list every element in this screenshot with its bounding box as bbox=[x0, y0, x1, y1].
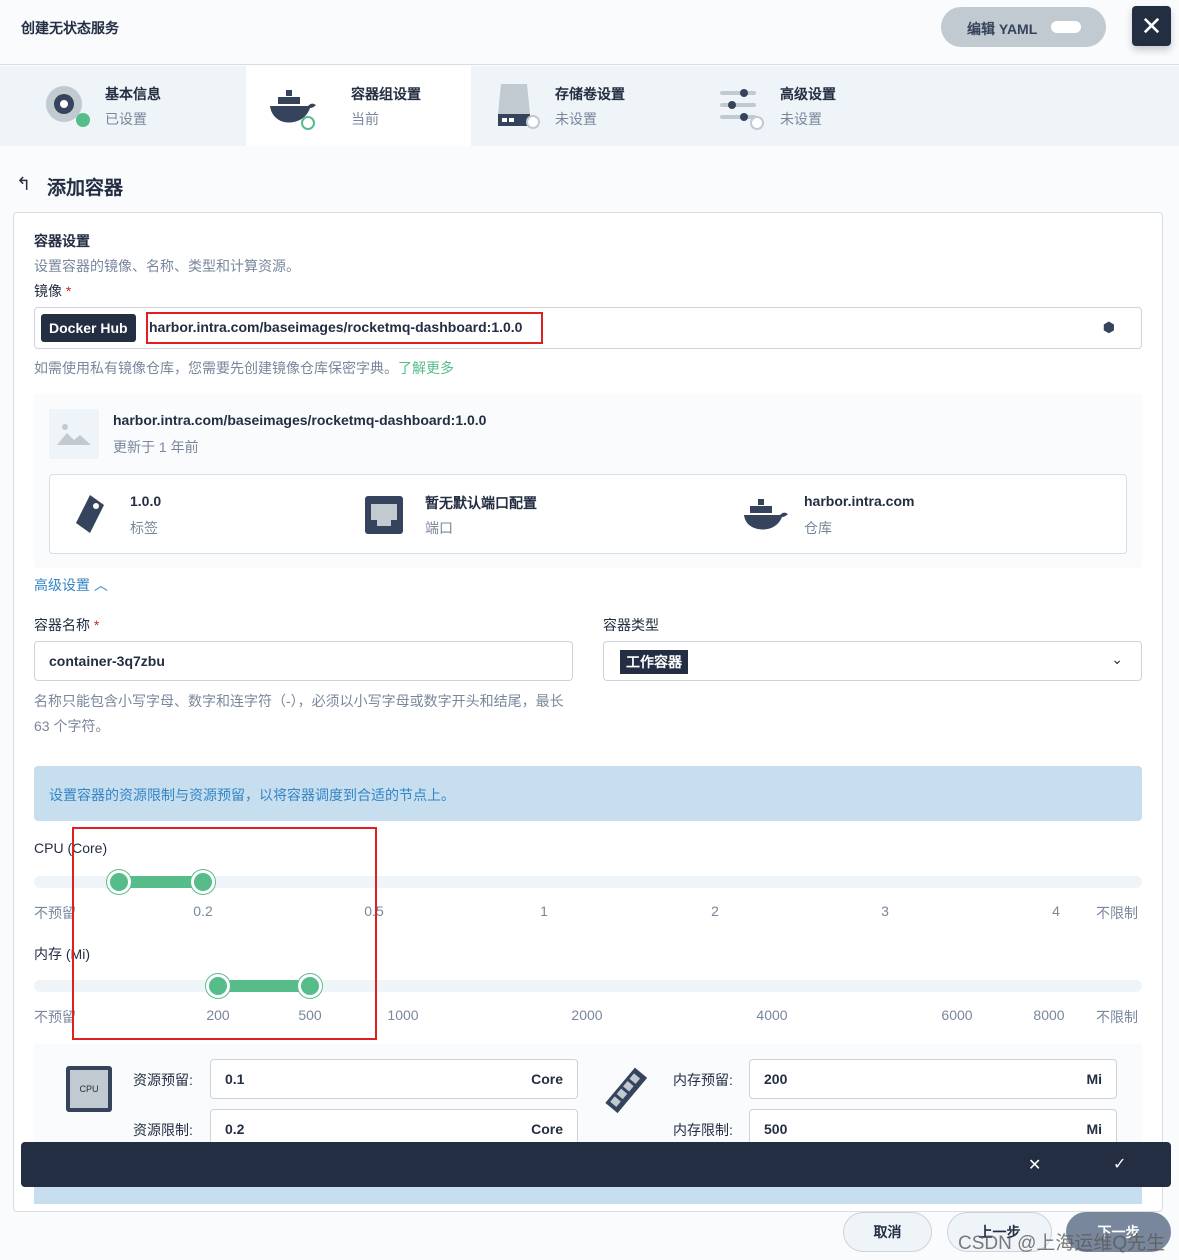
slider-tick: 不预留 bbox=[34, 905, 76, 921]
container-type-value: 工作容器 bbox=[620, 650, 688, 674]
storage-icon bbox=[498, 84, 540, 129]
image-updated: 更新于 1 年前 bbox=[113, 439, 199, 455]
slider-tick: 8000 bbox=[1033, 1007, 1065, 1023]
slider-tick: 4000 bbox=[756, 1007, 788, 1023]
step-title: 存储卷设置 bbox=[555, 86, 625, 102]
docker-icon bbox=[744, 499, 788, 530]
slider-tick: 不预留 bbox=[34, 1009, 76, 1025]
repo-label: 仓库 bbox=[804, 520, 832, 536]
cancel-icon[interactable]: ✕ bbox=[1028, 1155, 1041, 1175]
close-icon: ✕ bbox=[1140, 11, 1163, 41]
cancel-button[interactable]: 取消 bbox=[843, 1212, 932, 1252]
slider-tick: 不限制 bbox=[1096, 1009, 1138, 1025]
slider-tick: 1 bbox=[540, 903, 548, 919]
step-title: 容器组设置 bbox=[351, 86, 421, 102]
header: 创建无状态服务 编辑 YAML ✕ bbox=[0, 0, 1179, 65]
close-button[interactable]: ✕ bbox=[1132, 6, 1171, 46]
cube-icon[interactable]: ⬢ bbox=[1103, 319, 1115, 336]
slider-tick: 3 bbox=[881, 903, 889, 919]
tag-value: 1.0.0 bbox=[130, 493, 162, 509]
advanced-settings-toggle[interactable]: 高级设置 ︿ bbox=[34, 575, 108, 595]
section-desc: 设置容器的镜像、名称、类型和计算资源。 bbox=[34, 258, 300, 274]
tab-container-settings[interactable]: 容器组设置 当前 bbox=[246, 66, 471, 146]
container-type-select[interactable]: 工作容器 ⌄ bbox=[603, 641, 1142, 681]
slider-tick: 不限制 bbox=[1096, 905, 1138, 921]
slider-tick: 4 bbox=[1052, 903, 1060, 919]
learn-more-link[interactable]: 了解更多 bbox=[398, 360, 454, 376]
container-name-label: 容器名称 * bbox=[34, 617, 100, 633]
cpu-request-label: 资源预留: bbox=[133, 1072, 193, 1088]
mem-limit-label: 内存限制: bbox=[673, 1122, 733, 1138]
tag-icon bbox=[76, 495, 104, 533]
memory-icon bbox=[605, 1067, 648, 1114]
image-hint: 如需使用私有镜像仓库，您需要先创建镜像仓库保密字典。了解更多 bbox=[34, 360, 454, 376]
toggle-switch-icon bbox=[1051, 21, 1081, 33]
chevron-up-icon: ︿ bbox=[93, 577, 108, 593]
section-title: 容器设置 bbox=[34, 233, 90, 249]
check-icon[interactable]: ✓ bbox=[1113, 1154, 1126, 1174]
sliders-icon bbox=[720, 89, 764, 130]
back-icon[interactable]: ↰ bbox=[16, 174, 31, 195]
tab-advanced-settings[interactable]: 高级设置 未设置 bbox=[696, 66, 921, 146]
slider-tick: 6000 bbox=[941, 1007, 973, 1023]
docker-icon bbox=[270, 90, 316, 130]
cpu-request-handle[interactable] bbox=[106, 870, 131, 894]
watermark: CSDN @上海运维Q先生 bbox=[958, 1233, 1166, 1254]
image-label: 镜像 * bbox=[34, 283, 72, 299]
step-status: 未设置 bbox=[780, 111, 822, 127]
port-value: 暂无默认端口配置 bbox=[425, 495, 537, 511]
resource-tip: 设置容器的资源限制与资源预留，以将容器调度到合适的节点上。 bbox=[34, 766, 1142, 821]
mem-limit-handle[interactable] bbox=[298, 974, 322, 998]
step-tabs: 基本信息已设置 容器组设置当前 存储卷设置未设置 高级设置未设置 bbox=[0, 66, 1179, 146]
registry-selector[interactable]: Docker Hub bbox=[41, 314, 136, 342]
cpu-slider[interactable] bbox=[34, 870, 1142, 894]
edit-yaml-toggle[interactable]: 编辑 YAML bbox=[941, 7, 1106, 47]
step-status: 未设置 bbox=[555, 111, 597, 127]
mem-request-input[interactable]: 200 Mi bbox=[749, 1059, 1117, 1099]
container-name-input[interactable]: container-3q7zbu bbox=[34, 641, 573, 681]
image-value: harbor.intra.com/baseimages/rocketmq-das… bbox=[149, 319, 523, 335]
slider-tick: 2000 bbox=[571, 1007, 603, 1023]
page-header-title: 创建无状态服务 bbox=[21, 20, 119, 36]
image-info-name: harbor.intra.com/baseimages/rocketmq-das… bbox=[113, 412, 487, 428]
slider-tick: 0.5 bbox=[364, 903, 384, 919]
container-name-hint: 名称只能包含小写字母、数字和连字符（-），必须以小写字母或数字开头和结尾，最长 … bbox=[34, 693, 564, 734]
cpu-request-input[interactable]: 0.1 Core bbox=[210, 1059, 578, 1099]
image-placeholder-icon bbox=[49, 409, 99, 459]
confirm-bar: ✕ ✓ bbox=[21, 1142, 1171, 1187]
image-details: 1.0.0 标签 暂无默认端口配置 端口 harbor.intra.com 仓库 bbox=[49, 474, 1127, 554]
mem-slider[interactable] bbox=[34, 974, 1142, 998]
slider-tick: 1000 bbox=[387, 1007, 419, 1023]
tag-label: 标签 bbox=[130, 520, 158, 536]
cpu-limit-label: 资源限制: bbox=[133, 1122, 193, 1138]
slider-tick: 2 bbox=[711, 903, 719, 919]
tab-storage-settings[interactable]: 存储卷设置 未设置 bbox=[471, 66, 696, 146]
mem-slider-range bbox=[218, 980, 310, 992]
cpu-limit-handle[interactable] bbox=[191, 870, 215, 894]
slider-tick: 500 bbox=[298, 1007, 322, 1023]
tab-basic-info[interactable]: 基本信息 已设置 bbox=[0, 66, 225, 146]
mem-request-label: 内存预留: bbox=[673, 1072, 733, 1088]
port-icon bbox=[365, 496, 403, 534]
image-input[interactable]: Docker Hub harbor.intra.com/baseimages/r… bbox=[34, 307, 1142, 349]
page-title: 添加容器 bbox=[47, 178, 124, 199]
slider-tick: 0.2 bbox=[193, 903, 213, 919]
cpu-slider-label: CPU (Core) bbox=[34, 840, 108, 856]
step-title: 高级设置 bbox=[780, 86, 836, 102]
image-info-panel: harbor.intra.com/baseimages/rocketmq-das… bbox=[34, 394, 1142, 568]
chevron-down-icon: ⌄ bbox=[1111, 651, 1123, 667]
tip-strip bbox=[34, 1184, 1142, 1204]
step-status: 已设置 bbox=[105, 111, 147, 127]
container-type-label: 容器类型 bbox=[603, 617, 659, 633]
slider-tick: 200 bbox=[206, 1007, 230, 1023]
repo-value: harbor.intra.com bbox=[804, 493, 915, 509]
edit-yaml-label: 编辑 YAML bbox=[967, 21, 1038, 37]
info-icon bbox=[46, 86, 90, 127]
port-label: 端口 bbox=[425, 520, 453, 536]
mem-slider-label: 内存 (Mi) bbox=[34, 946, 90, 962]
step-title: 基本信息 bbox=[105, 86, 161, 102]
mem-request-handle[interactable] bbox=[206, 974, 230, 998]
step-status: 当前 bbox=[351, 111, 379, 127]
cpu-icon: CPU bbox=[66, 1066, 112, 1112]
